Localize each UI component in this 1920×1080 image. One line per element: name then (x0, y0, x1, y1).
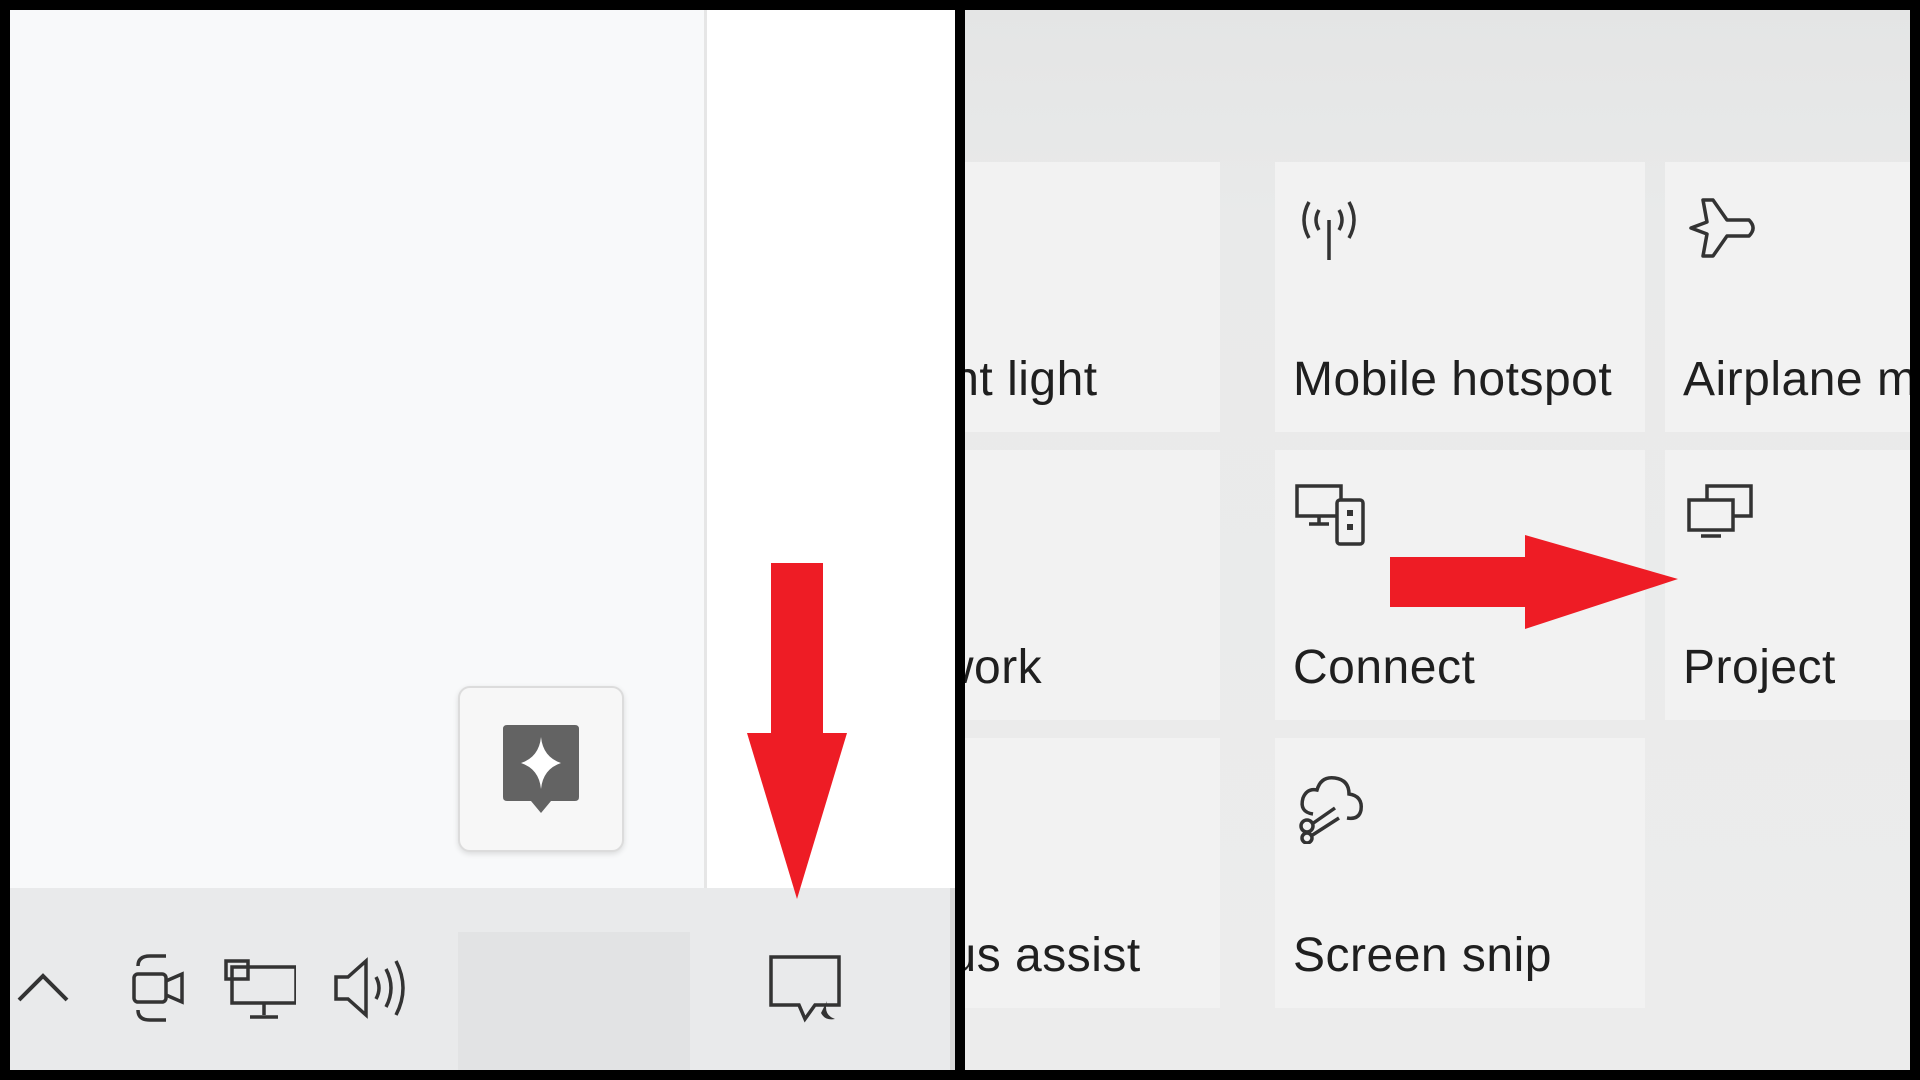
tile-mobile-hotspot[interactable]: Mobile hotspot (1275, 162, 1645, 432)
tile-label: Airplane m (1683, 353, 1910, 406)
tile-label: Project (1683, 641, 1836, 694)
action-center-quick-actions: ght light Mobile hotspot Airplane m twor… (965, 10, 1910, 1070)
taskbar (10, 888, 955, 1070)
tile-network[interactable]: twork (965, 450, 1220, 720)
tile-label: cus assist (965, 929, 1141, 982)
tile-night-light[interactable]: ght light (965, 162, 1220, 432)
mobile-hotspot-icon (1293, 192, 1365, 269)
tile-label: Screen snip (1293, 929, 1552, 982)
connect-icon (1293, 480, 1369, 553)
volume-tray-button[interactable] (328, 948, 412, 1028)
tile-label: twork (965, 641, 1043, 694)
airplane-icon (1683, 192, 1759, 269)
notification-center-icon (769, 955, 841, 1023)
left-panel (10, 10, 955, 1070)
copilot-sparkle-icon (503, 725, 579, 813)
network-icon (224, 959, 296, 1019)
copilot-button[interactable] (458, 686, 624, 852)
tile-airplane-mode[interactable]: Airplane m (1665, 162, 1910, 432)
taskbar-empty-area (458, 932, 690, 1070)
screen-snip-icon (1293, 768, 1369, 849)
show-hidden-icons-button[interactable] (10, 958, 76, 1018)
tile-project[interactable]: Project (1665, 450, 1910, 720)
tile-label: Mobile hotspot (1293, 353, 1613, 406)
volume-icon (334, 957, 405, 1019)
tile-label: Connect (1293, 641, 1476, 694)
annotation-arrow-down (747, 563, 847, 899)
camera-tray-button[interactable] (122, 948, 194, 1028)
chevron-up-icon (17, 973, 69, 1002)
network-tray-button[interactable] (218, 948, 298, 1028)
project-icon (1683, 480, 1759, 549)
camera-icon (132, 954, 184, 1022)
annotation-arrow-right (1390, 535, 1678, 629)
tile-label: ght light (965, 353, 1098, 406)
show-desktop-edge[interactable] (950, 888, 955, 1070)
tile-focus-assist[interactable]: cus assist (965, 738, 1220, 1008)
notification-center-button[interactable] (764, 950, 846, 1030)
divider (704, 10, 707, 888)
tile-screen-snip[interactable]: Screen snip (1275, 738, 1645, 1008)
